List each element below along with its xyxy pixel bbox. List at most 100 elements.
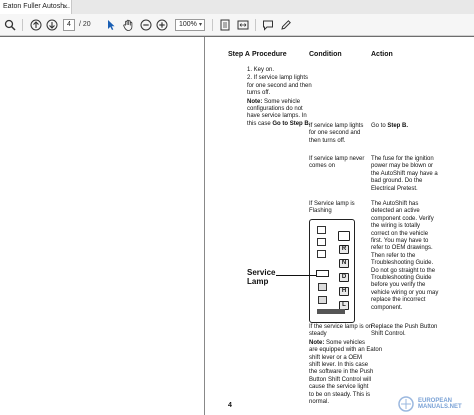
shift-indicator-icon [317,238,326,246]
note-line: cause the service light [309,384,369,391]
action-line: Troubleshooting Guide [371,275,432,282]
action-line: Then refer to the [371,252,416,259]
action-step-link: Step B. [387,123,409,129]
note-line: have service lamps. In [247,113,307,120]
watermark-line-2: MANUALS.NET [418,404,462,410]
action-line: replace the incorrect [371,297,426,304]
action-line: The fuse for the ignition [371,156,434,162]
action-prefix: Go to [371,123,388,129]
zoom-select[interactable]: 100% ▾ [175,19,205,31]
action-row-3: The AutoShift has detected an active com… [371,201,438,312]
action-row-2: The fuse for the ignition power may be b… [371,156,438,193]
action-line: first. You may have to [371,238,429,245]
toolbar-separator [212,19,213,31]
condition-line: If service lamp never [309,156,365,162]
comment-icon[interactable] [261,18,275,32]
search-icon[interactable] [3,18,17,32]
action-line: bad ground. Do the [371,178,423,185]
toolbar-separator [22,19,23,31]
action-line: Shift Control. [371,331,406,338]
select-cursor-icon[interactable] [104,18,118,32]
toolbar-separator [255,19,256,31]
fit-page-icon[interactable] [218,18,232,32]
toolbar: 4 / 20 100% ▾ [0,14,474,36]
action-line: refer to OEM drawings. [371,245,433,252]
action-line: the AutoShift may have a [371,170,438,177]
procedure-line: 1. Key on. [247,67,275,73]
condition-row-1: If service lamp lights for one second an… [309,123,363,145]
action-line: Replace the Push Button [371,324,438,330]
header-procedure: Procedure [252,51,287,58]
shift-indicator-icon [317,250,326,258]
note-line: Button Shift Control will [309,376,372,383]
downshift-arrow-icon [318,296,327,304]
page-down-icon[interactable] [45,18,59,32]
action-row-4: Replace the Push Button Shift Control. [371,324,437,339]
note-label: Note: [247,98,263,105]
brand-logo [317,309,345,314]
action-line: correct on the vehicle [371,230,429,237]
header-condition: Condition [309,51,342,58]
note-line: Some vehicles [324,339,366,346]
page-up-icon[interactable] [29,18,43,32]
shift-indicator-icon [317,226,326,234]
note-line: shift lever or a OEM [309,354,363,361]
page-number-input[interactable]: 4 [63,19,75,31]
header-action: Action [371,51,393,58]
page-number: 4 [228,402,232,409]
condition-line: If service lamp lights [309,123,364,129]
note-line: Some vehicle [262,98,301,105]
action-line: detected an active [371,208,420,215]
note-line: the software in the Push [309,369,374,376]
condition-row-3: If Service lamp is Flashing [309,201,355,216]
callout-line [276,275,316,276]
document-tab[interactable]: Eaton Fuller Autosh... × [0,0,72,14]
note-line: to be on steady. This is [309,391,371,398]
shift-button-h: H [339,287,349,296]
shift-button-d: D [339,273,349,282]
edit-icon[interactable] [279,18,293,32]
condition-line: for one second and [309,130,361,137]
action-line: The AutoShift has [371,201,419,207]
note-label: Note: [309,339,325,346]
action-line: Troubleshooting Guide. [371,260,434,267]
note-line: shift lever. In this case [309,362,369,369]
page-left-edge [204,37,205,415]
note-line: are equipped with an Eaton [309,347,383,354]
hand-icon[interactable] [121,18,135,32]
upshift-arrow-icon [318,283,327,291]
action-line: the wiring is totally [371,223,421,230]
zoom-value: 100% [179,21,197,28]
zoom-in-icon[interactable] [155,18,169,32]
action-line: component. [371,304,403,311]
procedure-line: turns off. [247,90,271,97]
condition-line: Flashing [309,208,332,215]
note-goto: Go to Step B. [272,120,311,127]
procedure-line: 2. If service lamp lights [247,75,309,82]
zoom-out-icon[interactable] [139,18,153,32]
action-line: before you verify the [371,282,426,289]
callout-line-2: Lamp [247,277,269,286]
action-line: Electrical Pretest. [371,185,418,192]
condition-line: comes on [309,163,336,170]
service-lamp [316,270,329,277]
shift-button-r: R [339,245,349,254]
action-row-1: Go to Step B. [371,123,408,130]
note-line: configurations do not [247,106,303,113]
procedure-line: for one second and then [247,82,312,89]
tab-close-icon[interactable]: × [63,0,68,14]
chevron-down-icon: ▾ [198,22,202,28]
fit-width-icon[interactable] [236,18,250,32]
watermark-text: EUROPEAN MANUALS.NET [418,398,462,410]
action-line: Do not go straight to the [371,267,436,274]
action-line: component code. Verify [371,215,434,222]
condition-line: If Service lamp is [309,201,355,207]
tab-bar: Eaton Fuller Autosh... × [0,0,474,14]
note-line: this case [247,120,271,127]
action-line: power may be blown or [371,163,434,170]
condition-row-2: If service lamp never comes on [309,156,364,171]
document-tab-title: Eaton Fuller Autosh... [3,3,70,10]
callout-line-1: Service [247,268,276,277]
header-step: Step A [228,51,250,58]
shift-button-n: N [339,259,349,268]
